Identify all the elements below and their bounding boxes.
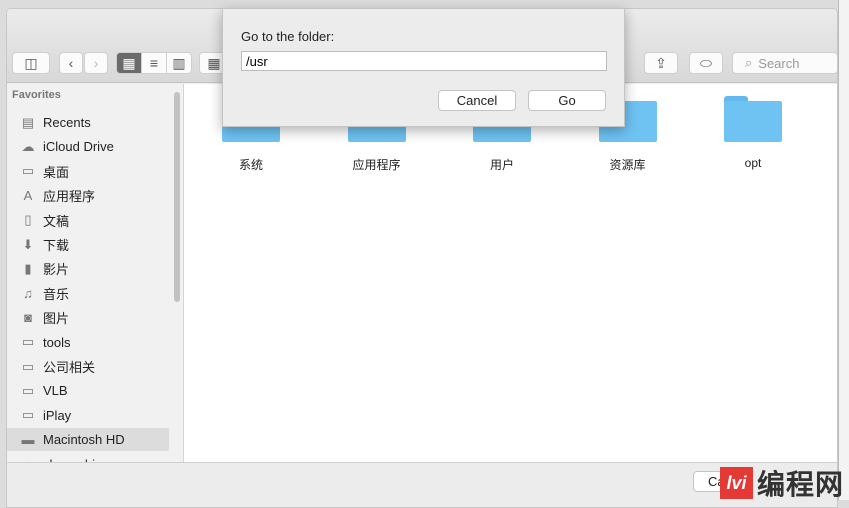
sidebar-item[interactable]: ▭ 桌面: [7, 160, 169, 183]
folder-label: 用户: [489, 158, 514, 172]
sidebar-item[interactable]: A 应用程序: [7, 184, 169, 207]
list-view-button[interactable]: ≡: [141, 52, 167, 74]
sidebar-item-label: 公司相关: [43, 360, 96, 375]
sidebar-item-label: 桌面: [43, 164, 70, 180]
folder-icon: ▭: [21, 358, 35, 374]
sidebar: Favorites ▤ Recents ☁ iCloud Drive ▭ 桌面 A 应用程序 ▯…: [7, 84, 184, 474]
tag-icon: ⬭: [700, 54, 712, 71]
sidebar-item[interactable]: ▮ 影片: [7, 257, 169, 280]
sidebar-item-label: 文稿: [43, 213, 70, 229]
watermark-logo: lvi 编程网: [720, 466, 849, 500]
back-button[interactable]: ‹: [59, 52, 83, 74]
arrange-icon: ▦: [207, 54, 221, 71]
sidebar-item-label: tools: [43, 334, 71, 350]
chevron-right-icon: ›: [93, 55, 99, 71]
columns-icon: ▥: [172, 54, 186, 71]
folder-label: 资源库: [609, 158, 646, 172]
folder-label: 应用程序: [352, 158, 401, 172]
sidebar-item[interactable]: ☁ iCloud Drive: [7, 135, 169, 158]
sidebar-item[interactable]: ▭ iPlay: [7, 404, 169, 427]
document-icon: ▯: [24, 212, 32, 228]
desktop-icon: ▭: [21, 163, 35, 179]
sidebar-item[interactable]: ▤ Recents: [7, 111, 169, 134]
sidebar-item[interactable]: ▭ tools: [7, 331, 169, 354]
sidebar-icon: ◫: [24, 54, 38, 71]
sidebar-heading: Favorites: [12, 89, 61, 101]
disk-icon: ▬: [21, 432, 35, 448]
camera-icon: ◙: [24, 310, 32, 326]
sidebar-toggle-button[interactable]: ◫: [12, 52, 50, 74]
chevron-left-icon: ‹: [68, 55, 74, 71]
sidebar-item[interactable]: ⬇ 下载: [7, 233, 169, 256]
bottom-bar: Ca: [7, 462, 837, 507]
sidebar-item[interactable]: ▭ 公司相关: [7, 355, 169, 378]
sidebar-item-label: iCloud Drive: [43, 139, 114, 155]
sidebar-item-label: 图片: [43, 311, 70, 327]
sidebar-item-label: iPlay: [43, 407, 72, 423]
share-button[interactable]: ⇪: [644, 52, 678, 74]
search-input[interactable]: ⌕ Search: [732, 52, 837, 74]
cloud-icon: ☁: [21, 138, 35, 154]
folder-item[interactable]: opt: [698, 96, 808, 170]
sidebar-item-label: 下载: [43, 238, 70, 253]
download-icon: ⬇: [22, 236, 34, 252]
film-icon: ▮: [24, 260, 32, 276]
grid-icon: ▦: [122, 54, 136, 71]
folder-icon: ▭: [21, 407, 35, 423]
dialog-title: Go to the folder:: [241, 29, 335, 44]
sidebar-item-label: 影片: [43, 262, 70, 278]
sidebar-item[interactable]: ▯ 文稿: [7, 209, 169, 232]
sidebar-item[interactable]: ▭ VLB: [7, 379, 169, 402]
music-icon: ♫: [23, 285, 33, 301]
folder-icon: [724, 96, 782, 142]
go-to-folder-dialog: Go to the folder: Cancel Go: [222, 8, 625, 127]
share-icon: ⇪: [655, 54, 667, 71]
sidebar-item-label: 应用程序: [43, 189, 96, 205]
folder-label: opt: [744, 156, 762, 170]
list-icon: ≡: [149, 55, 159, 71]
sidebar-item-label: VLB: [43, 383, 68, 399]
folder-icon: ▭: [21, 382, 35, 398]
icon-view-button[interactable]: ▦: [116, 52, 142, 74]
watermark-text: 编程网: [757, 469, 845, 500]
dialog-cancel-label: Cancel: [456, 93, 498, 108]
tag-button[interactable]: ⬭: [689, 52, 723, 74]
folder-label: 系统: [238, 158, 263, 172]
folder-path-input[interactable]: [241, 51, 607, 71]
folder-icon: ▭: [21, 334, 35, 350]
logo-mark: lvi: [720, 467, 753, 499]
sidebar-item[interactable]: ♫ 音乐: [7, 282, 169, 305]
sidebar-scrollbar[interactable]: [174, 92, 180, 302]
go-button[interactable]: Go: [528, 90, 606, 111]
sidebar-item-label: 音乐: [43, 286, 70, 302]
applications-icon: A: [23, 188, 33, 204]
recents-icon: ▤: [21, 114, 35, 130]
sidebar-item[interactable]: ▬ Macintosh HD: [7, 428, 169, 452]
background-window: [838, 0, 849, 500]
dialog-cancel-button[interactable]: Cancel: [438, 90, 516, 111]
go-label: Go: [558, 93, 576, 108]
sidebar-item-label: Macintosh HD: [43, 432, 125, 448]
search-icon: ⌕: [745, 55, 753, 70]
sidebar-item-label: Recents: [43, 115, 91, 130]
column-view-button[interactable]: ▥: [166, 52, 192, 74]
sidebar-item[interactable]: ◙ 图片: [7, 306, 169, 329]
search-placeholder: Search: [758, 55, 800, 71]
forward-button[interactable]: ›: [84, 52, 108, 74]
file-browser: 系统 应用程序 用户 资源库 opt: [184, 84, 837, 462]
